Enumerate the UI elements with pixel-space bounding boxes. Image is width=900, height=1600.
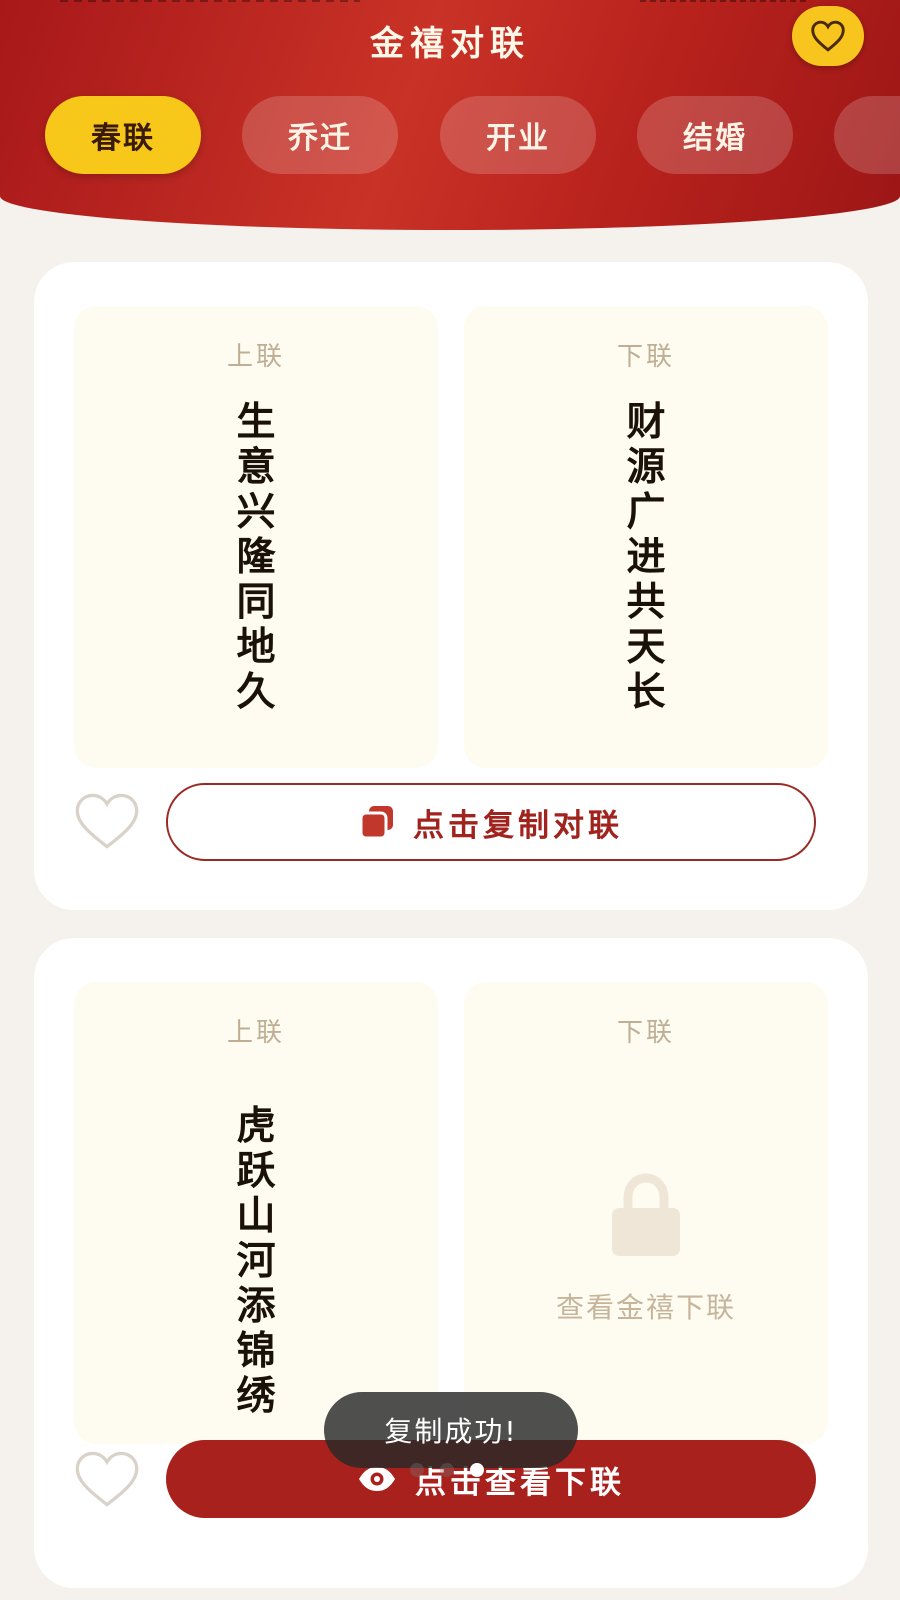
favorite-button[interactable]	[74, 1450, 140, 1508]
page-title: 金禧对联	[370, 24, 530, 64]
couplet-char: 隆	[236, 534, 276, 580]
lower-couplet-text: 财 源 广 进 共 天 长	[464, 400, 828, 715]
lower-couplet-label: 下联	[616, 342, 675, 372]
couplet-char: 锦	[236, 1328, 276, 1374]
upper-couplet: 上联 生 意 兴 隆 同 地 久	[74, 306, 438, 768]
status-bar	[0, 0, 900, 12]
couplet-char: 广	[626, 489, 666, 535]
signal-icon	[640, 0, 810, 2]
couplet-char: 绣	[236, 1373, 276, 1419]
couplet-card: 上联 生 意 兴 隆 同 地 久 下联 财 源 广 进 共 天 长 点击复制对联	[34, 262, 868, 910]
lock-text: 查看金禧下联	[555, 1291, 736, 1324]
copy-couplet-label: 点击复制对联	[413, 807, 623, 844]
couplet-char: 意	[236, 444, 276, 490]
tab-more[interactable]	[834, 96, 900, 174]
lower-couplet: 下联 财 源 广 进 共 天 长	[464, 306, 828, 768]
couplet-card: 上联 虎 跃 山 河 添 锦 绣 下联 查看金禧下联 点击查看下联	[34, 938, 868, 1588]
couplet-char: 共	[626, 579, 666, 625]
favorites-button[interactable]	[792, 6, 864, 66]
heart-outline-icon	[75, 1451, 139, 1507]
couplet-char: 生	[236, 399, 276, 445]
app-root: 金禧对联 春联 乔迁 开业 结婚 上联 生 意 兴 隆 同 地 久 下联 财 源…	[0, 0, 900, 1600]
eye-icon	[357, 1465, 397, 1493]
couplet-char: 财	[626, 399, 666, 445]
heart-icon	[811, 20, 845, 52]
copy-icon	[359, 804, 395, 840]
tab-housewarming[interactable]: 乔迁	[242, 96, 398, 174]
couplet-char: 河	[236, 1238, 276, 1284]
couplet-char: 同	[236, 579, 276, 625]
couplet-char: 添	[236, 1283, 276, 1329]
upper-couplet-text: 生 意 兴 隆 同 地 久	[74, 400, 438, 715]
upper-couplet-label: 上联	[226, 342, 285, 372]
couplet-char: 长	[626, 669, 666, 715]
category-tabs: 春联 乔迁 开业 结婚	[0, 96, 900, 176]
tab-wedding[interactable]: 结婚	[637, 96, 793, 174]
pager-dots	[410, 1463, 500, 1477]
couplet-char: 虎	[236, 1103, 276, 1149]
header: 金禧对联 春联 乔迁 开业 结婚	[0, 0, 900, 230]
locked-content: 查看金禧下联	[464, 1172, 828, 1326]
lower-couplet-label: 下联	[616, 1018, 675, 1048]
couplet-char: 兴	[236, 489, 276, 535]
status-time	[60, 0, 360, 2]
couplet-char: 进	[626, 534, 666, 580]
tab-spring-couplet[interactable]: 春联	[45, 96, 201, 174]
couplet-char: 天	[626, 624, 666, 670]
heart-outline-icon	[75, 793, 139, 849]
pager-dot-active	[470, 1463, 484, 1477]
lower-couplet-locked[interactable]: 下联 查看金禧下联	[464, 982, 828, 1444]
upper-couplet-label: 上联	[226, 1018, 285, 1048]
tab-business-opening[interactable]: 开业	[440, 96, 596, 174]
couplet-char: 源	[626, 444, 666, 490]
upper-couplet-text: 虎 跃 山 河 添 锦 绣	[74, 1104, 438, 1419]
couplet-char: 跃	[236, 1148, 276, 1194]
couplet-char: 山	[236, 1193, 276, 1239]
copy-couplet-button[interactable]: 点击复制对联	[166, 783, 816, 861]
pager-dot	[440, 1463, 454, 1477]
pager-dot	[410, 1463, 424, 1477]
upper-couplet: 上联 虎 跃 山 河 添 锦 绣	[74, 982, 438, 1444]
toast-message: 复制成功!	[324, 1392, 578, 1468]
lock-icon	[612, 1173, 680, 1256]
favorite-button[interactable]	[74, 792, 140, 850]
couplet-char: 久	[236, 669, 276, 715]
couplet-char: 地	[236, 624, 276, 670]
